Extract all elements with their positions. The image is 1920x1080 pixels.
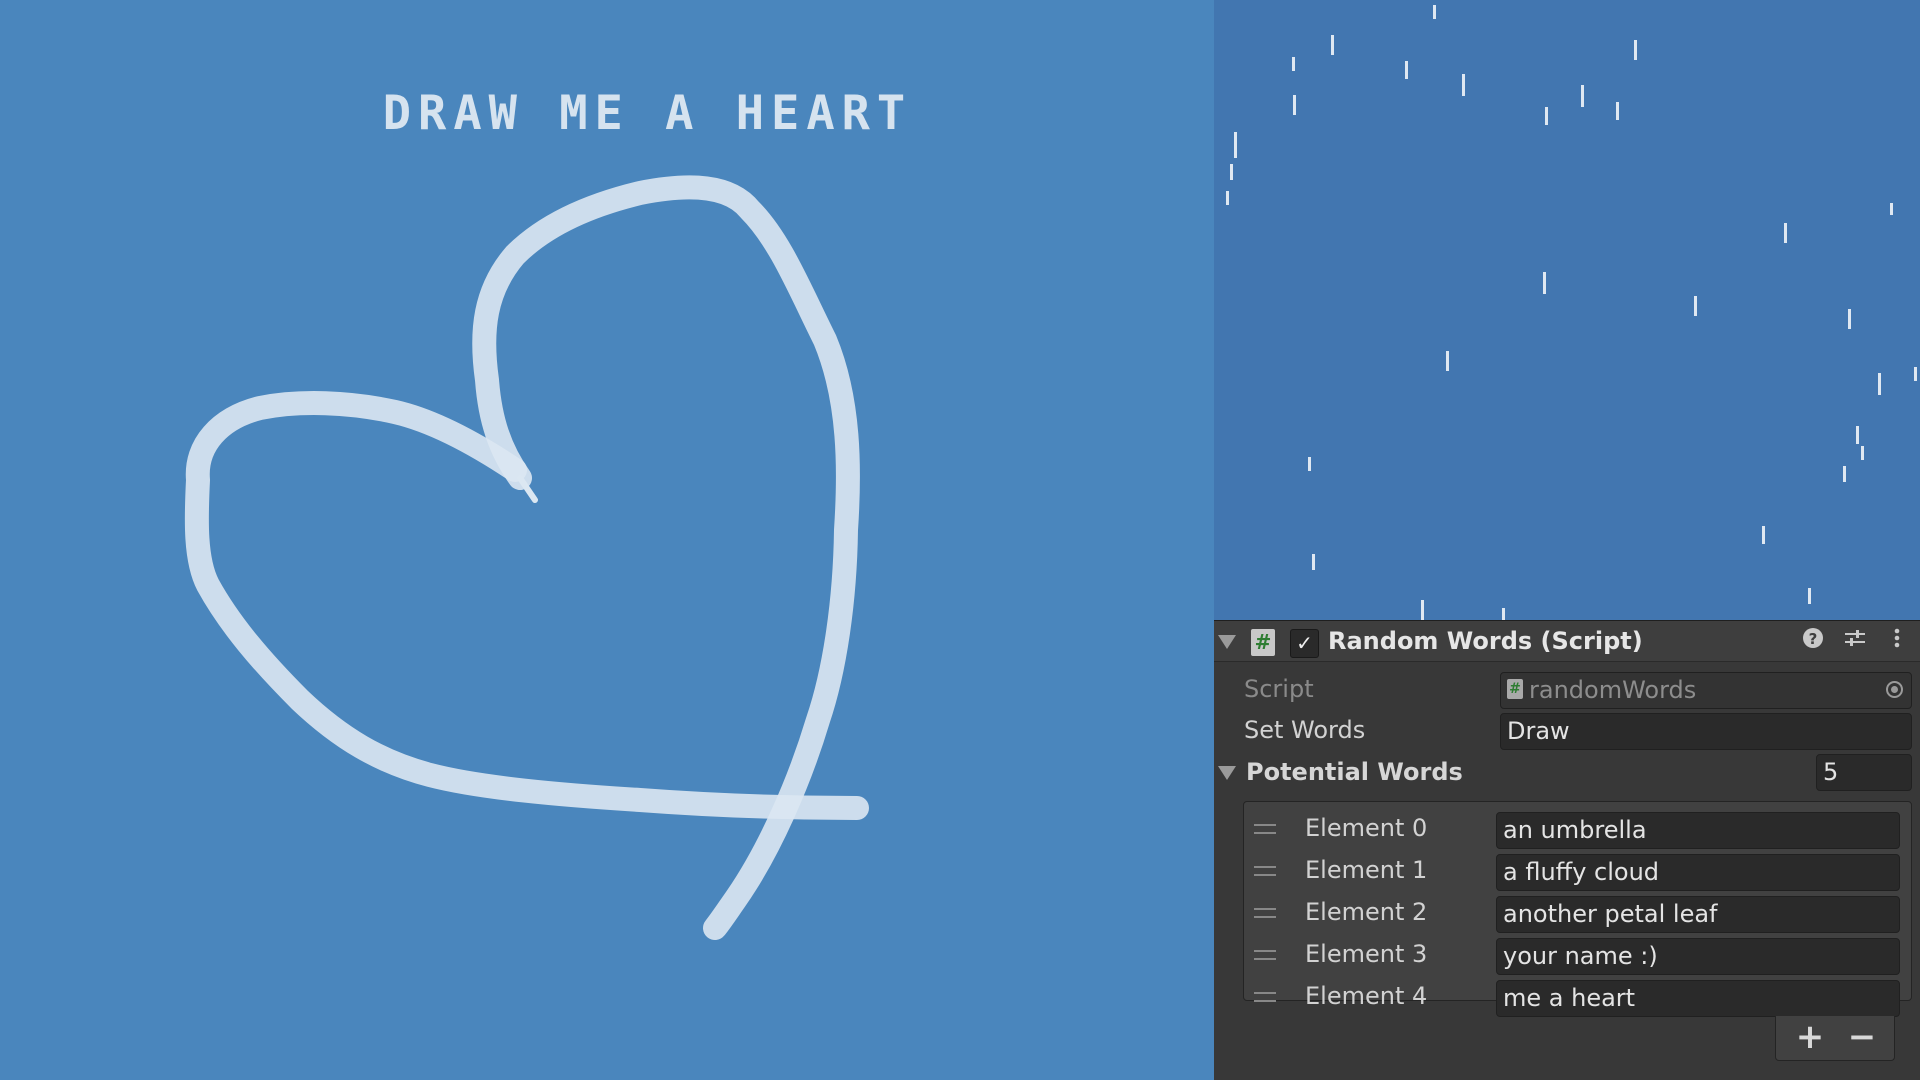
inspector-panel: # ✓ Random Words (Script) ? Script # rand… [1214, 620, 1920, 1080]
element-label: Element 0 [1305, 814, 1428, 842]
rain-drop [1861, 446, 1864, 460]
svg-text:?: ? [1809, 630, 1818, 648]
drag-handle-icon[interactable] [1254, 908, 1276, 918]
rain-drop [1312, 554, 1315, 570]
rain-drop [1890, 203, 1893, 215]
help-icon[interactable]: ? [1800, 627, 1826, 655]
rain-drop [1502, 608, 1505, 620]
preset-icon[interactable] [1842, 627, 1868, 655]
rain-drop [1433, 5, 1436, 19]
potential-words-foldout-icon[interactable] [1218, 766, 1236, 780]
list-size-field[interactable]: 5 [1816, 754, 1912, 791]
rain-drop [1293, 95, 1296, 115]
element-label: Element 1 [1305, 856, 1428, 884]
element-field[interactable]: your name :) [1496, 938, 1900, 975]
list-item[interactable]: Element 2 another petal leaf [1244, 894, 1911, 936]
more-icon[interactable] [1884, 627, 1910, 655]
rain-drop [1634, 40, 1637, 60]
script-value: randomWords [1529, 676, 1697, 704]
element-field[interactable]: another petal leaf [1496, 896, 1900, 933]
drag-handle-icon[interactable] [1254, 992, 1276, 1002]
rain-drop [1234, 132, 1237, 158]
element-label: Element 4 [1305, 982, 1428, 1010]
list-item[interactable]: Element 0 an umbrella [1244, 810, 1911, 852]
script-file-icon: # [1507, 679, 1523, 699]
rain-drop [1230, 164, 1233, 180]
drag-handle-icon[interactable] [1254, 866, 1276, 876]
object-picker-icon[interactable] [1886, 681, 1903, 698]
list-footer: + − [1775, 1016, 1895, 1061]
component-title: Random Words (Script) [1328, 627, 1643, 655]
script-field[interactable]: # randomWords [1500, 672, 1912, 709]
rain-drop [1462, 74, 1465, 96]
drawing-canvas[interactable] [0, 0, 1214, 1080]
heart-stroke-left [184, 391, 869, 820]
rain-drop [1856, 426, 1859, 444]
list-item[interactable]: Element 1 a fluffy cloud [1244, 852, 1911, 894]
component-header[interactable]: # ✓ Random Words (Script) ? [1214, 620, 1920, 662]
drag-handle-icon[interactable] [1254, 824, 1276, 834]
list-item[interactable]: Element 4 me a heart [1244, 978, 1911, 1020]
add-element-button[interactable]: + [1790, 1017, 1830, 1057]
element-label: Element 3 [1305, 940, 1428, 968]
rain-drop [1694, 296, 1697, 316]
rain-drop [1308, 457, 1311, 471]
remove-element-button[interactable]: − [1842, 1017, 1882, 1057]
potential-words-list: Element 0 an umbrella Element 1 a fluffy… [1243, 801, 1912, 1017]
rain-drop [1331, 35, 1334, 55]
potential-words-label: Potential Words [1246, 758, 1463, 786]
rain-drop [1848, 309, 1851, 329]
set-words-field[interactable]: Draw [1500, 713, 1912, 750]
rain-drop [1292, 57, 1295, 71]
rain-drop [1878, 373, 1881, 395]
rain-drop [1446, 351, 1449, 371]
rain-drop [1762, 526, 1765, 544]
drag-handle-icon[interactable] [1254, 950, 1276, 960]
element-field[interactable]: a fluffy cloud [1496, 854, 1900, 891]
rain-drop [1616, 102, 1619, 120]
script-label: Script [1244, 675, 1314, 703]
rain-drop [1914, 367, 1917, 381]
rain-drop [1784, 223, 1787, 243]
rain-drop [1405, 61, 1408, 79]
script-icon: # [1251, 629, 1275, 656]
set-words-label: Set Words [1244, 716, 1366, 744]
scene-view[interactable] [1214, 0, 1920, 620]
game-view[interactable]: DRAW ME A HEART [0, 0, 1214, 1080]
list-item[interactable]: Element 3 your name :) [1244, 936, 1911, 978]
rain-drop [1843, 466, 1846, 482]
rain-drop [1421, 600, 1424, 620]
rain-drop [1545, 107, 1548, 125]
rain-drop [1581, 85, 1584, 107]
rain-drop [1808, 588, 1811, 604]
element-label: Element 2 [1305, 898, 1428, 926]
element-field[interactable]: an umbrella [1496, 812, 1900, 849]
rain-drop [1226, 191, 1229, 205]
enable-checkbox[interactable]: ✓ [1290, 629, 1319, 658]
rain-drop [1543, 272, 1546, 294]
element-field[interactable]: me a heart [1496, 980, 1900, 1017]
foldout-arrow-icon[interactable] [1218, 635, 1236, 649]
